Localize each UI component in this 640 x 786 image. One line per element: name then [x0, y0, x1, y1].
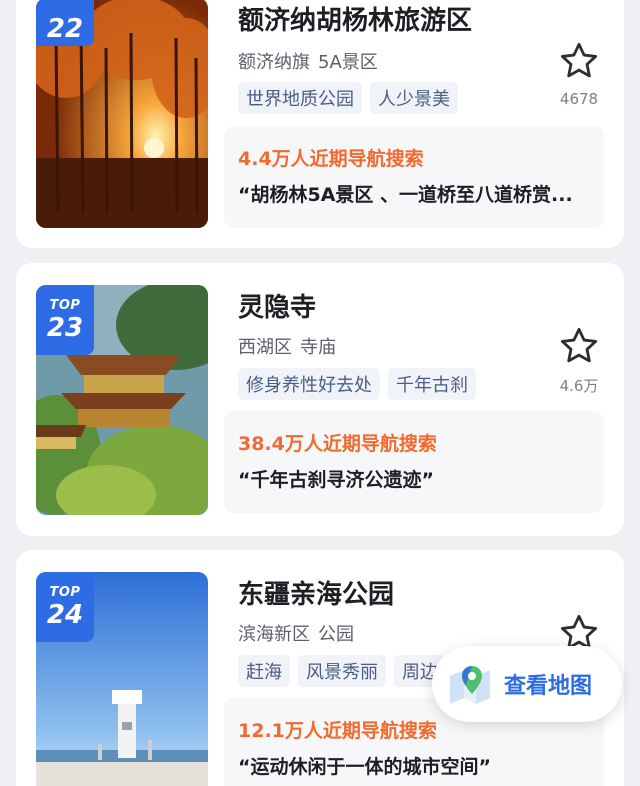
attraction-name[interactable]: 额济纳胡杨林旅游区: [238, 0, 472, 37]
star-icon: [560, 327, 598, 363]
tag-list: 修身养性好去处 千年古刹: [238, 368, 476, 400]
favorite-button[interactable]: 4678: [554, 40, 604, 108]
search-heat-count: 4.4万人近期导航搜索: [238, 148, 424, 170]
attraction-name[interactable]: 东疆亲海公园: [238, 574, 394, 611]
attraction-list: 22 额济纳胡杨林旅游区 额济纳旗 5A景区 世界地质公园 人少景美 4678 4…: [0, 0, 640, 786]
tag: 风景秀丽: [298, 655, 386, 687]
star-icon: [560, 42, 598, 78]
review-quote: “胡杨林5A景区 、一道桥至八道桥赏...: [238, 184, 573, 206]
attraction-photo[interactable]: TOP 24: [36, 572, 208, 786]
rank-number: 23: [46, 312, 84, 343]
district-label: 滨海新区: [238, 624, 310, 645]
rank-number: 22: [46, 14, 84, 44]
tag: 人少景美: [370, 82, 458, 114]
favorite-count: 4678: [559, 90, 599, 108]
attraction-meta: 额济纳旗 5A景区: [238, 48, 378, 74]
category-label: 5A景区: [318, 52, 378, 73]
rank-number: 24: [46, 599, 84, 630]
category-label: 寺庙: [300, 337, 336, 358]
attraction-card[interactable]: 22 额济纳胡杨林旅游区 额济纳旗 5A景区 世界地质公园 人少景美 4678 4…: [16, 0, 624, 248]
tag-list: 赶海 风景秀丽 周边: [238, 655, 446, 687]
tag-list: 世界地质公园 人少景美: [238, 82, 458, 114]
search-heat-count: 12.1万人近期导航搜索: [238, 720, 437, 742]
map-pin-icon: [450, 666, 490, 704]
tag: 修身养性好去处: [238, 368, 380, 400]
attraction-name[interactable]: 灵隐寺: [238, 287, 316, 324]
review-quote: “千年古刹寻济公遗迹”: [238, 469, 434, 491]
search-heat-count: 38.4万人近期导航搜索: [238, 433, 437, 455]
rank-badge: 22: [36, 0, 94, 46]
tag: 千年古刹: [388, 368, 476, 400]
favorite-button[interactable]: 4.6万: [554, 325, 604, 396]
tag: 赶海: [238, 655, 290, 687]
search-heat-panel[interactable]: 38.4万人近期导航搜索 “千年古刹寻济公遗迹”: [224, 411, 604, 513]
rank-badge: TOP 23: [36, 285, 94, 355]
attraction-photo[interactable]: TOP 23: [36, 285, 208, 515]
attraction-meta: 西湖区 寺庙: [238, 333, 336, 359]
category-label: 公园: [318, 624, 354, 645]
rank-top-label: TOP: [49, 584, 81, 600]
attraction-card[interactable]: TOP 23 灵隐寺 西湖区 寺庙 修身养性好去处 千年古刹 4.6万 38.4万…: [16, 263, 624, 536]
favorite-count: 4.6万: [559, 377, 599, 395]
attraction-meta: 滨海新区 公园: [238, 620, 354, 646]
rank-top-label: TOP: [49, 297, 81, 313]
attraction-photo[interactable]: 22: [36, 0, 208, 228]
view-map-label: 查看地图: [504, 674, 593, 699]
rank-badge: TOP 24: [36, 572, 94, 642]
tag: 世界地质公园: [238, 82, 362, 114]
search-heat-panel[interactable]: 4.4万人近期导航搜索 “胡杨林5A景区 、一道桥至八道桥赏...: [224, 126, 604, 228]
district-label: 额济纳旗: [238, 52, 310, 73]
review-quote: “运动休闲于一体的城市空间”: [238, 756, 491, 778]
view-map-button[interactable]: 查看地图: [432, 646, 622, 722]
district-label: 西湖区: [238, 337, 292, 358]
